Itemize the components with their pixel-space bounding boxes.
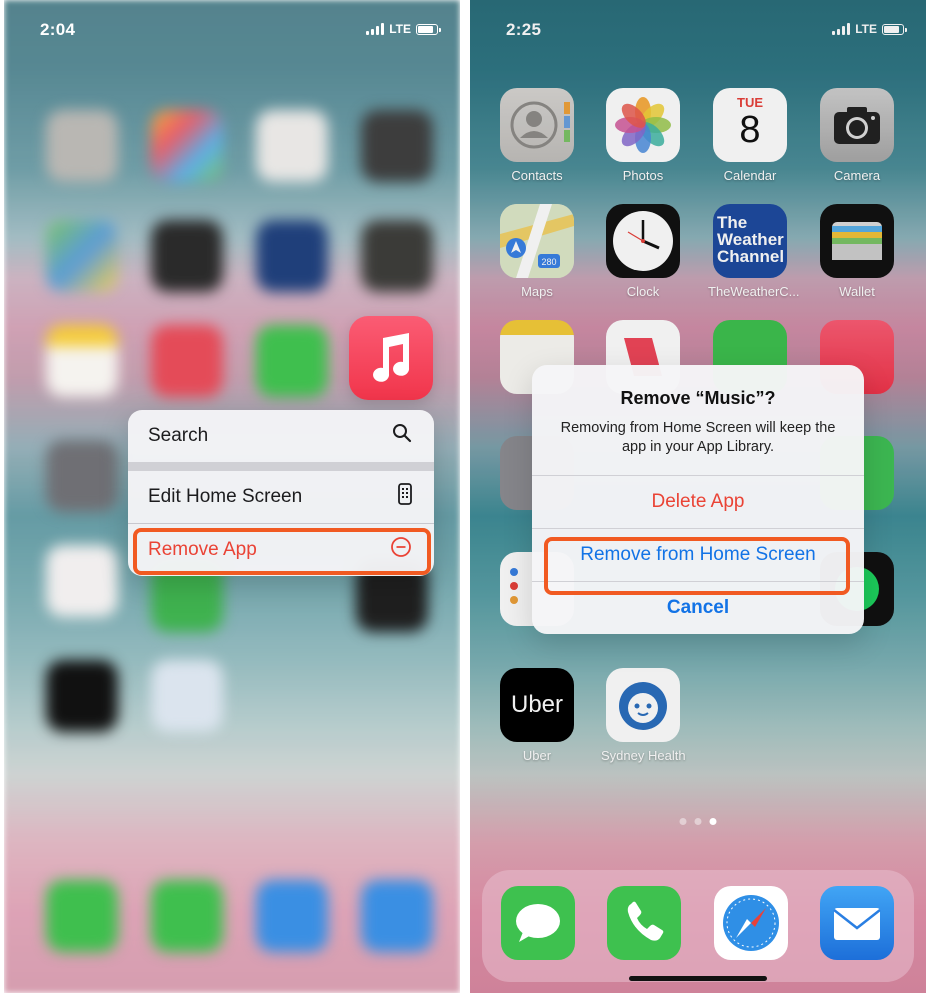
- edit-home-screen-label: Edit Home Screen: [148, 486, 303, 507]
- signal-icon: [366, 23, 385, 35]
- alert-title: Remove “Music”?: [620, 388, 776, 408]
- messages-icon[interactable]: [501, 886, 575, 960]
- edit-home-screen-menu-item[interactable]: Edit Home Screen: [128, 471, 434, 523]
- mail-icon[interactable]: [820, 886, 894, 960]
- left-phone-screen: 2:04 LTE Search Edit Home Screen Remove …: [4, 0, 460, 993]
- battery-icon: [416, 23, 441, 35]
- phone-icon[interactable]: [607, 886, 681, 960]
- page-dots[interactable]: [679, 818, 717, 825]
- highlight-box: [133, 528, 431, 575]
- network-label: LTE: [389, 22, 411, 36]
- home-indicator[interactable]: [629, 976, 767, 981]
- search-icon: [392, 423, 412, 449]
- search-menu-label: Search: [148, 425, 209, 446]
- menu-divider: [128, 462, 434, 471]
- alert-message: Removing from Home Screen will keep the …: [560, 420, 836, 455]
- highlight-box: [544, 537, 850, 595]
- delete-app-button[interactable]: Delete App: [532, 475, 864, 528]
- status-time: 2:04: [40, 20, 76, 39]
- search-menu-item[interactable]: Search: [128, 410, 434, 462]
- phone-edit-icon: [398, 483, 412, 511]
- right-phone-screen: 2:25 LTE Contacts Photos TUE 8 Calendar …: [470, 0, 926, 993]
- music-icon[interactable]: [349, 316, 433, 400]
- safari-icon[interactable]: [714, 886, 788, 960]
- status-bar: 2:04 LTE: [4, 18, 460, 44]
